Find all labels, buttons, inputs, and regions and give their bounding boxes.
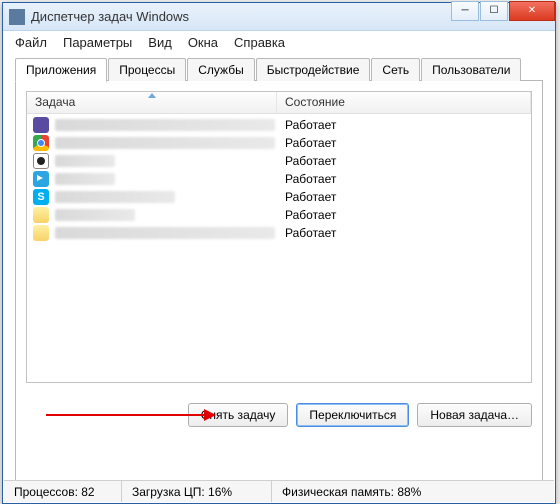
tab-processes[interactable]: Процессы (108, 58, 186, 81)
app-icon (9, 9, 25, 25)
tab-panel: Задача Состояние Работает Работает (15, 81, 543, 481)
chrome-icon (33, 135, 49, 151)
task-name-blurred (55, 191, 175, 203)
table-row[interactable]: Работает (27, 224, 531, 242)
task-state: Работает (285, 136, 336, 150)
maximize-button[interactable]: ☐ (480, 1, 508, 21)
tab-network[interactable]: Сеть (371, 58, 420, 81)
status-processes: Процессов: 82 (4, 481, 122, 502)
task-state: Работает (285, 154, 336, 168)
folder-icon (33, 225, 49, 241)
table-row[interactable]: S Работает (27, 188, 531, 206)
tab-applications[interactable]: Приложения (15, 58, 107, 82)
menu-file[interactable]: Файл (7, 33, 55, 52)
column-state[interactable]: Состояние (277, 92, 531, 113)
table-row[interactable]: Работает (27, 170, 531, 188)
menu-view[interactable]: Вид (140, 33, 180, 52)
switch-to-button[interactable]: Переключиться (296, 403, 409, 427)
folder-icon (33, 207, 49, 223)
task-state: Работает (285, 118, 336, 132)
table-row[interactable]: Работает (27, 116, 531, 134)
status-bar: Процессов: 82 Загрузка ЦП: 16% Физическа… (4, 480, 554, 502)
task-name-blurred (55, 137, 275, 149)
telegram-icon (33, 171, 49, 187)
table-row[interactable]: Работает (27, 206, 531, 224)
list-body[interactable]: Работает Работает Работает Работает (27, 114, 531, 382)
menu-windows[interactable]: Окна (180, 33, 226, 52)
menu-bar: Файл Параметры Вид Окна Справка (3, 31, 555, 53)
task-state: Работает (285, 226, 336, 240)
tab-performance[interactable]: Быстродействие (256, 58, 371, 81)
task-name-blurred (55, 173, 115, 185)
tab-row: Приложения Процессы Службы Быстродействи… (15, 57, 543, 81)
task-state: Работает (285, 190, 336, 204)
menu-help[interactable]: Справка (226, 33, 293, 52)
task-manager-window: Диспетчер задач Windows ─ ☐ ✕ Файл Парам… (2, 2, 556, 504)
minimize-button[interactable]: ─ (451, 1, 479, 21)
sort-indicator-icon (148, 93, 156, 98)
app-icon (33, 117, 49, 133)
list-header: Задача Состояние (27, 92, 531, 114)
window-title: Диспетчер задач Windows (31, 9, 189, 24)
task-name-blurred (55, 227, 275, 239)
task-name-blurred (55, 209, 135, 221)
app-icon (33, 153, 49, 169)
status-cpu: Загрузка ЦП: 16% (122, 481, 272, 502)
column-task[interactable]: Задача (27, 92, 277, 113)
tab-users[interactable]: Пользователи (421, 58, 521, 81)
titlebar[interactable]: Диспетчер задач Windows ─ ☐ ✕ (3, 3, 555, 31)
task-name-blurred (55, 119, 275, 131)
task-state: Работает (285, 208, 336, 222)
menu-options[interactable]: Параметры (55, 33, 140, 52)
annotation-arrow (46, 408, 216, 422)
column-state-label: Состояние (285, 95, 345, 109)
task-list: Задача Состояние Работает Работает (26, 91, 532, 383)
status-memory: Физическая память: 88% (272, 481, 554, 502)
tab-services[interactable]: Службы (187, 58, 254, 81)
column-task-label: Задача (35, 95, 75, 109)
close-button[interactable]: ✕ (509, 1, 555, 21)
arrow-head-icon (204, 409, 216, 421)
table-row[interactable]: Работает (27, 134, 531, 152)
task-state: Работает (285, 172, 336, 186)
arrow-line (46, 414, 204, 416)
skype-icon: S (33, 189, 49, 205)
table-row[interactable]: Работает (27, 152, 531, 170)
action-row: Снять задачу Переключиться Новая задача… (26, 403, 532, 427)
task-name-blurred (55, 155, 115, 167)
new-task-button[interactable]: Новая задача… (417, 403, 532, 427)
